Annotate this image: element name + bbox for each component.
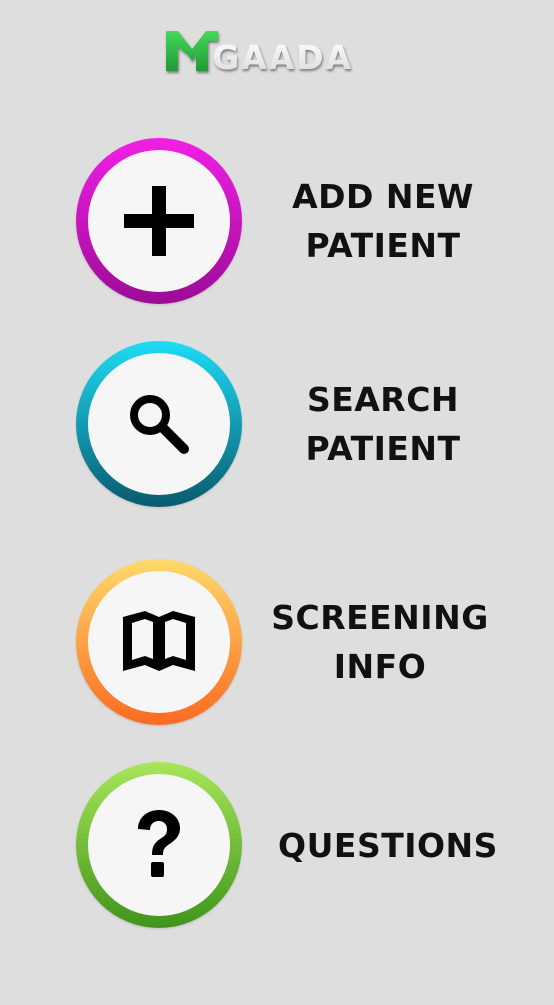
screening-info-ring[interactable]	[76, 559, 242, 725]
questions-ring[interactable]	[76, 762, 242, 928]
search-patient-ring[interactable]	[76, 341, 242, 507]
questions-label[interactable]: QUESTIONS	[276, 762, 500, 928]
plus-icon	[124, 186, 194, 256]
add-new-patient-label[interactable]: ADD NEW PATIENT	[280, 138, 486, 304]
search-icon	[130, 395, 189, 454]
questions-button[interactable]: QUESTIONS	[0, 762, 554, 932]
screening-info-icon-circle[interactable]	[88, 571, 230, 713]
screening-info-button[interactable]: SCREENING INFO	[0, 559, 554, 729]
questions-icon-circle[interactable]	[88, 774, 230, 916]
app-logo: GAADA	[162, 27, 392, 79]
add-new-patient-icon-circle[interactable]	[88, 150, 230, 292]
logo-text: GAADA	[212, 38, 353, 77]
search-patient-icon-circle[interactable]	[88, 353, 230, 495]
book-icon	[123, 611, 195, 671]
search-patient-label[interactable]: SEARCH PATIENT	[290, 341, 476, 507]
screening-info-label[interactable]: SCREENING INFO	[270, 559, 490, 725]
add-new-patient-ring[interactable]	[76, 138, 242, 304]
mgaada-logo-mark: GAADA	[166, 31, 353, 77]
add-new-patient-button[interactable]: ADD NEW PATIENT	[0, 138, 554, 308]
search-patient-button[interactable]: SEARCH PATIENT	[0, 341, 554, 511]
question-icon	[138, 810, 180, 877]
